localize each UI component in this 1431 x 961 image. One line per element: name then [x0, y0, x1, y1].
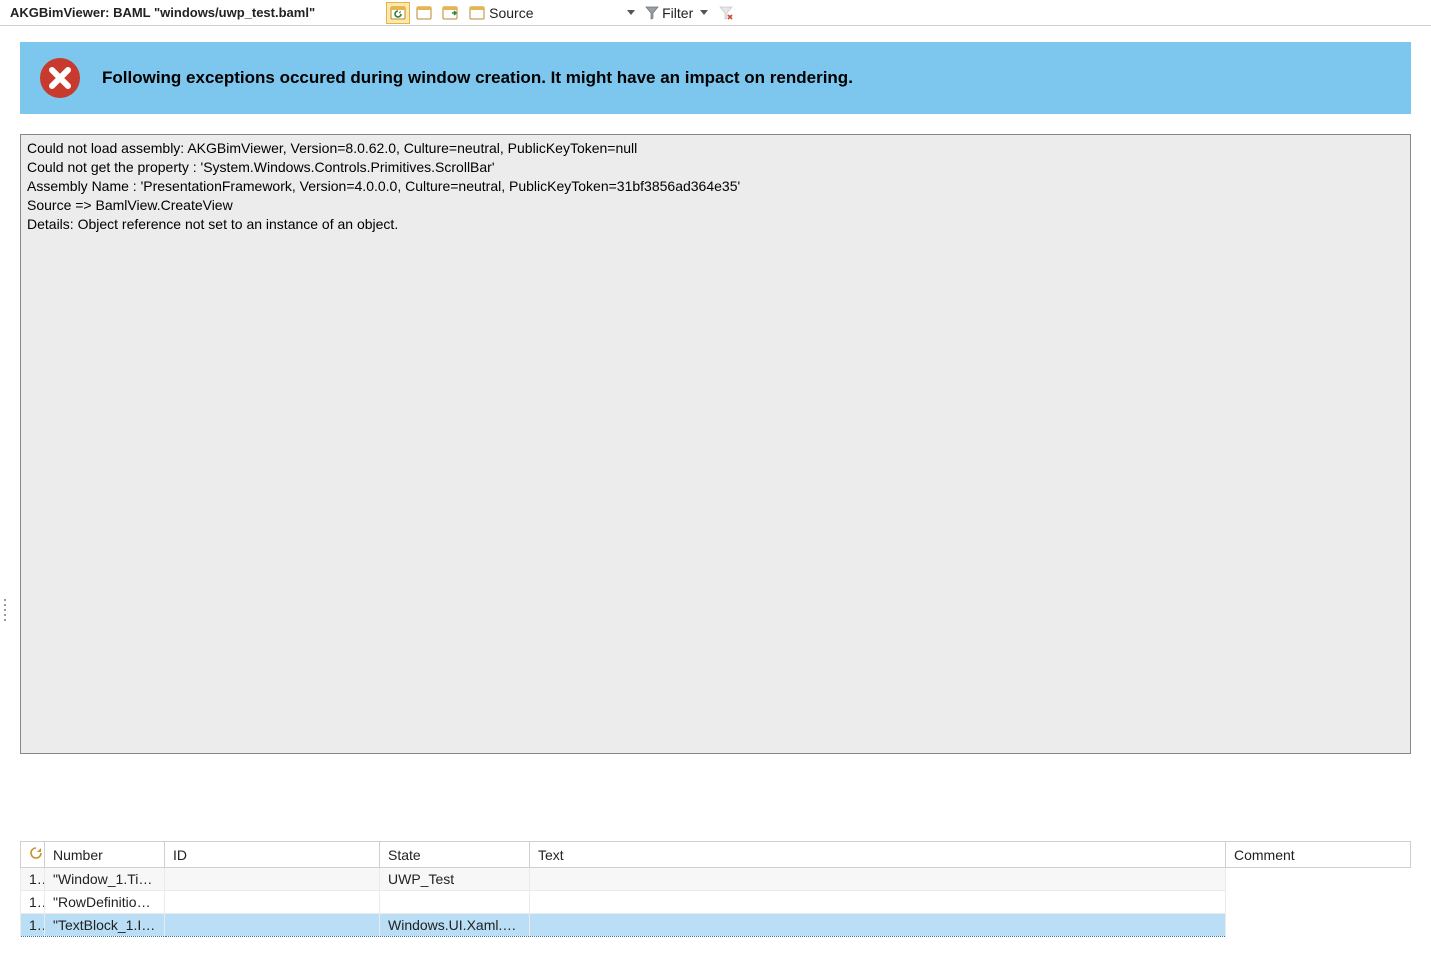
funnel-icon [645, 6, 659, 20]
cell-number: 16 [21, 891, 45, 914]
cell-text: Windows.UI.Xaml.Controls.TextBlock [380, 914, 530, 937]
window-toolbar-button-1[interactable] [412, 2, 436, 24]
window-icon [469, 6, 485, 20]
table-row[interactable]: 15"Window_1.Title" UWP_Test [21, 868, 1411, 891]
cell-state [165, 891, 380, 914]
source-dropdown[interactable]: Source [467, 2, 637, 24]
exception-details-textbox[interactable]: Could not load assembly: AKGBimViewer, V… [20, 134, 1411, 754]
filter-dropdown[interactable]: Filter [645, 5, 708, 21]
source-dropdown-label: Source [489, 5, 533, 21]
grid-header-row: Number ID State Text Comment [21, 842, 1411, 868]
cell-id: "TextBlock_1.InitialTypeName" [45, 914, 165, 937]
cell-text: UWP_Test [380, 868, 530, 891]
cell-state [165, 868, 380, 891]
cell-id: "Window_1.Title" [45, 868, 165, 891]
vertical-splitter-grip[interactable] [2, 570, 8, 650]
funnel-clear-icon [719, 6, 733, 20]
window-export-icon [442, 6, 458, 20]
table-row[interactable]: 17"TextBlock_1.InitialTypeName" Windows.U… [21, 914, 1411, 937]
cell-comment [530, 868, 1226, 891]
cell-state [165, 914, 380, 937]
chevron-down-icon [700, 10, 708, 15]
toolbar: AKGBimViewer: BAML "windows/uwp_test.bam… [0, 0, 1431, 26]
error-banner-message: Following exceptions occured during wind… [102, 68, 853, 88]
column-header-comment[interactable]: Comment [1226, 842, 1411, 868]
document-tab[interactable]: AKGBimViewer: BAML "windows/uwp_test.bam… [4, 2, 325, 23]
cell-comment [530, 914, 1226, 937]
column-header-number[interactable]: Number [45, 842, 165, 868]
column-header-text[interactable]: Text [530, 842, 1226, 868]
cell-comment [530, 891, 1226, 914]
error-icon [38, 56, 82, 100]
window-toolbar-button-2[interactable] [438, 2, 462, 24]
grid-refresh-button[interactable] [21, 842, 45, 868]
error-banner: Following exceptions occured during wind… [20, 42, 1411, 114]
resources-grid[interactable]: Number ID State Text Comment 15"Window_1… [20, 841, 1411, 937]
chevron-down-icon [627, 10, 635, 15]
window-icon [416, 6, 432, 20]
filter-dropdown-label: Filter [662, 5, 693, 21]
cell-number: 15 [21, 868, 45, 891]
resources-grid-panel: Number ID State Text Comment 15"Window_1… [20, 841, 1411, 961]
column-header-state[interactable]: State [380, 842, 530, 868]
cell-number: 17 [21, 914, 45, 937]
clear-filter-button[interactable] [714, 2, 738, 24]
table-row[interactable]: 16"RowDefinition_1" [21, 891, 1411, 914]
refresh-icon [390, 6, 406, 20]
cell-id: "RowDefinition_1" [45, 891, 165, 914]
refresh-toolbar-button[interactable] [386, 2, 410, 24]
cell-text [380, 891, 530, 914]
column-header-id[interactable]: ID [165, 842, 380, 868]
refresh-icon [29, 846, 43, 860]
